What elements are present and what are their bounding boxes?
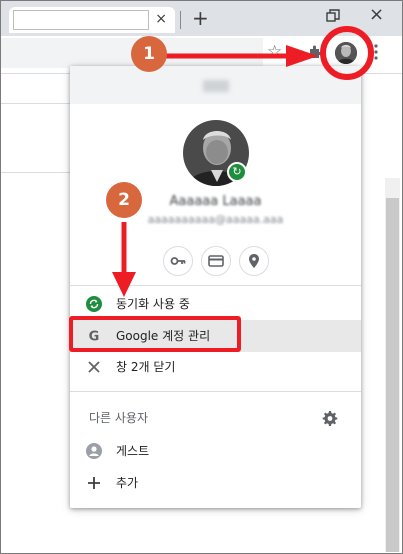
tab-separator: [180, 11, 181, 29]
close-windows-item[interactable]: 창 2개 닫기: [70, 351, 361, 383]
plus-icon: [88, 477, 100, 489]
bookmark-star-icon[interactable]: ☆: [267, 42, 282, 62]
guest-item[interactable]: 게스트: [70, 435, 361, 467]
other-users-heading: 다른 사용자: [89, 411, 149, 425]
scrollbar-thumb[interactable]: [386, 198, 399, 552]
close-icon: [88, 361, 100, 373]
close-window-icon[interactable]: ×: [369, 4, 384, 26]
browser-tab[interactable]: ×: [9, 7, 175, 33]
addresses-button[interactable]: [239, 246, 269, 276]
menu-divider: [70, 285, 361, 286]
key-icon: [170, 257, 186, 265]
close-windows-label: 창 2개 닫기: [116, 360, 176, 374]
payment-methods-button[interactable]: [201, 246, 231, 276]
page-divider: [1, 172, 73, 173]
credit-card-icon: [208, 255, 224, 267]
tab-close-icon[interactable]: ×: [155, 11, 167, 27]
menu-divider: [70, 391, 361, 392]
more-menu-icon[interactable]: [374, 44, 378, 60]
step-2-badge: 2: [106, 182, 142, 218]
profile-menu: ↻ Aaaaaa Laaaa aaaaaaaaaa@aaaaa.aaa 동기화 …: [70, 66, 361, 508]
tab-title: [13, 10, 149, 30]
restore-window-icon[interactable]: [326, 9, 340, 23]
profile-menu-header: [70, 66, 361, 104]
page-divider: [1, 103, 73, 104]
guest-avatar-icon: [86, 443, 102, 459]
gear-icon[interactable]: [322, 410, 338, 426]
location-pin-icon: [249, 254, 259, 268]
step-1-badge: 1: [131, 36, 167, 72]
add-label: 추가: [116, 476, 139, 490]
new-tab-button[interactable]: +: [192, 6, 209, 30]
sync-icon: [86, 296, 102, 312]
guest-label: 게스트: [116, 444, 150, 458]
manage-account-highlight-box: [69, 316, 241, 352]
add-person-item[interactable]: 추가: [70, 467, 361, 499]
sync-status-label: 동기화 사용 중: [116, 297, 190, 311]
sync-badge-icon: ↻: [227, 162, 247, 182]
blurred-profile-name: [203, 80, 229, 92]
avatar-highlight-ring: [320, 26, 374, 80]
passwords-button[interactable]: [163, 246, 193, 276]
